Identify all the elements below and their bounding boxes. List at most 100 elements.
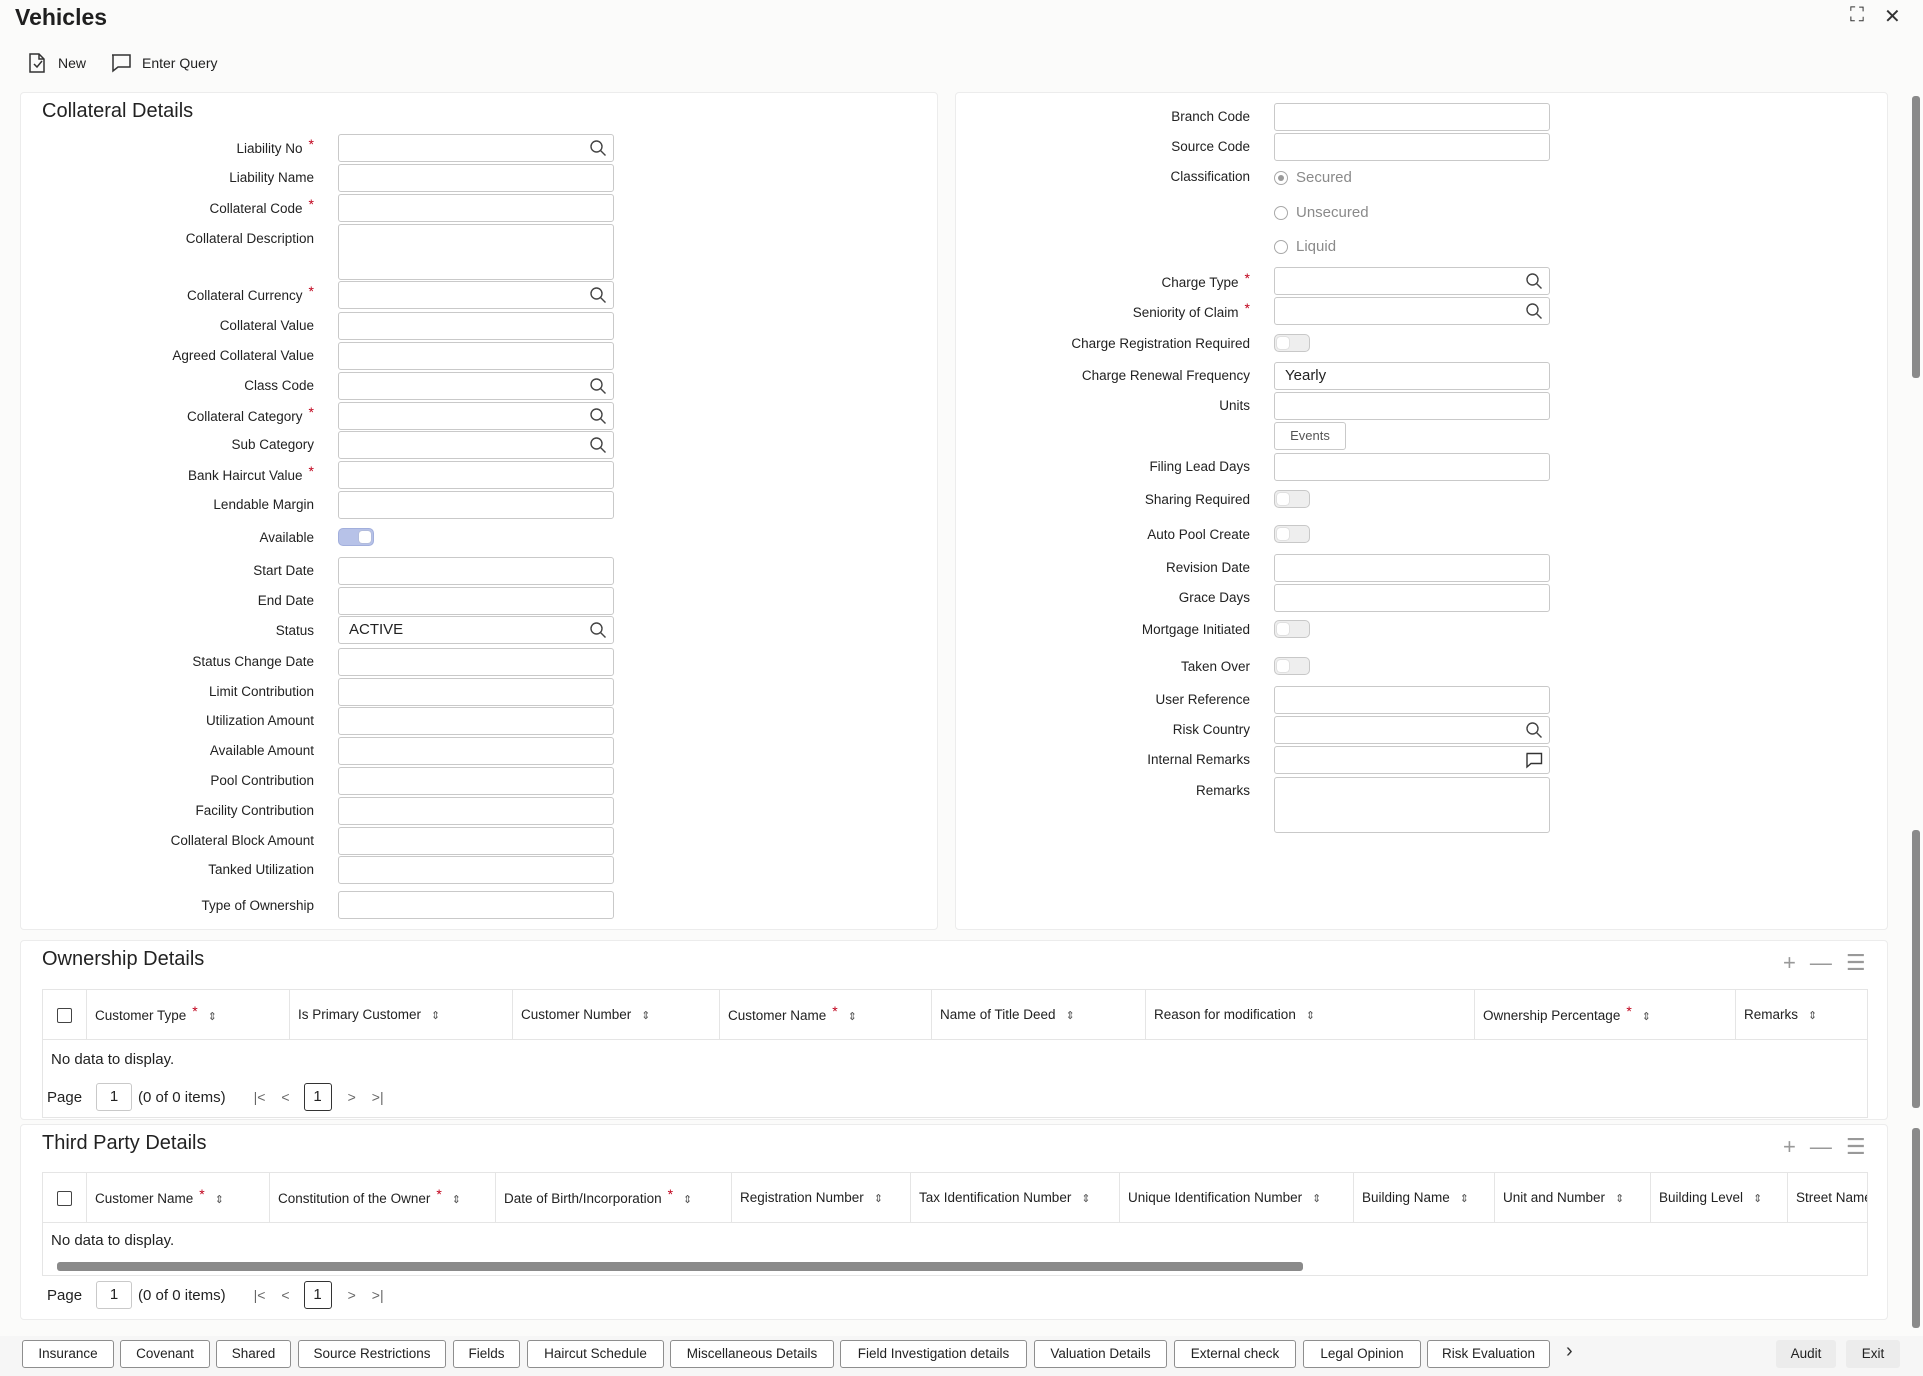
lendable-margin-input[interactable] xyxy=(338,491,614,519)
external-check-button[interactable]: External check xyxy=(1174,1340,1296,1368)
taken-over-toggle[interactable] xyxy=(1274,657,1310,675)
column-list-icon[interactable]: ☰ xyxy=(1846,950,1866,976)
classification-unsecured-radio[interactable]: Unsecured xyxy=(1274,204,1369,221)
covenant-button[interactable]: Covenant xyxy=(120,1340,210,1368)
liability-name-input[interactable] xyxy=(338,164,614,192)
sort-icon[interactable]: ⇕ xyxy=(641,1010,650,1022)
pool-contribution-input[interactable] xyxy=(338,767,614,795)
sort-icon[interactable]: ⇕ xyxy=(1306,1010,1315,1022)
charge-renewal-frequency-select[interactable]: Yearly xyxy=(1274,362,1550,390)
bank-haircut-value-input[interactable] xyxy=(338,461,614,489)
seniority-of-claim-input[interactable] xyxy=(1274,297,1550,325)
delete-row-icon[interactable]: — xyxy=(1810,1134,1832,1160)
vertical-scrollbar-thumb-top[interactable] xyxy=(1912,96,1920,378)
insurance-button[interactable]: Insurance xyxy=(22,1340,114,1368)
status-change-date-input[interactable] xyxy=(338,648,614,676)
col-building-name[interactable]: Building Name ⇕ xyxy=(1354,1173,1495,1223)
col-customer-number[interactable]: Customer Number ⇕ xyxy=(513,990,720,1040)
available-amount-input[interactable] xyxy=(338,737,614,765)
charge-type-input[interactable] xyxy=(1274,267,1550,295)
type-of-ownership-input[interactable] xyxy=(338,891,614,919)
col-constitution-of-owner[interactable]: Constitution of the Owner * ⇕ xyxy=(270,1173,496,1223)
sort-icon[interactable]: ⇕ xyxy=(1642,1011,1651,1023)
page-number-input[interactable]: 1 xyxy=(96,1281,133,1309)
filing-lead-days-input[interactable] xyxy=(1274,453,1550,481)
select-all-checkbox[interactable] xyxy=(57,1008,72,1023)
sort-icon[interactable]: ⇕ xyxy=(208,1011,217,1023)
sort-icon[interactable]: ⇕ xyxy=(1081,1193,1090,1205)
end-date-input[interactable] xyxy=(338,587,614,615)
col-customer-type[interactable]: Customer Type * ⇕ xyxy=(87,990,290,1040)
sort-icon[interactable]: ⇕ xyxy=(215,1194,224,1206)
available-toggle[interactable] xyxy=(338,528,374,546)
search-icon[interactable] xyxy=(589,407,607,425)
col-remarks[interactable]: Remarks ⇕ xyxy=(1736,990,1867,1040)
internal-remarks-input[interactable] xyxy=(1274,746,1550,774)
sort-icon[interactable]: ⇕ xyxy=(1753,1193,1762,1205)
sub-category-input[interactable] xyxy=(338,431,614,459)
current-page[interactable]: 1 xyxy=(303,1281,332,1309)
sort-icon[interactable]: ⇕ xyxy=(1066,1010,1075,1022)
col-name-of-title-deed[interactable]: Name of Title Deed ⇕ xyxy=(932,990,1146,1040)
class-code-input[interactable] xyxy=(338,372,614,400)
maximize-icon[interactable]: ⛶ xyxy=(1850,4,1864,27)
miscellaneous-details-button[interactable]: Miscellaneous Details xyxy=(670,1340,834,1368)
tanked-utilization-input[interactable] xyxy=(338,856,614,884)
sort-icon[interactable]: ⇕ xyxy=(1460,1193,1469,1205)
last-page-icon[interactable]: >| xyxy=(372,1089,384,1105)
sort-icon[interactable]: ⇕ xyxy=(1808,1010,1817,1022)
collateral-category-input[interactable] xyxy=(338,402,614,430)
classification-secured-radio[interactable]: Secured xyxy=(1274,169,1352,186)
search-icon[interactable] xyxy=(1525,721,1543,739)
horizontal-scrollbar[interactable] xyxy=(57,1262,1303,1271)
page-number-input[interactable]: 1 xyxy=(96,1083,133,1111)
sort-icon[interactable]: ⇕ xyxy=(874,1193,883,1205)
col-reason-for-modification[interactable]: Reason for modification ⇕ xyxy=(1146,990,1475,1040)
search-icon[interactable] xyxy=(589,436,607,454)
field-investigation-details-button[interactable]: Field Investigation details xyxy=(840,1340,1027,1368)
shared-button[interactable]: Shared xyxy=(216,1340,291,1368)
source-restrictions-button[interactable]: Source Restrictions xyxy=(298,1340,446,1368)
charge-registration-required-toggle[interactable] xyxy=(1274,334,1310,352)
collateral-description-textarea[interactable] xyxy=(338,224,614,280)
start-date-input[interactable] xyxy=(338,557,614,585)
first-page-icon[interactable]: |< xyxy=(254,1287,266,1303)
units-input[interactable] xyxy=(1274,392,1550,420)
source-code-input[interactable] xyxy=(1274,133,1550,161)
utilization-amount-input[interactable] xyxy=(338,707,614,735)
risk-country-input[interactable] xyxy=(1274,716,1550,744)
col-tax-identification-number[interactable]: Tax Identification Number ⇕ xyxy=(911,1173,1120,1223)
col-unit-and-number[interactable]: Unit and Number ⇕ xyxy=(1495,1173,1651,1223)
next-page-icon[interactable]: > xyxy=(348,1089,356,1105)
sort-icon[interactable]: ⇕ xyxy=(431,1010,440,1022)
exit-button[interactable]: Exit xyxy=(1846,1340,1900,1368)
sort-icon[interactable]: ⇕ xyxy=(683,1194,692,1206)
search-icon[interactable] xyxy=(1525,272,1543,290)
search-icon[interactable] xyxy=(589,621,607,639)
legal-opinion-button[interactable]: Legal Opinion xyxy=(1303,1340,1421,1368)
audit-button[interactable]: Audit xyxy=(1776,1340,1836,1368)
comment-icon[interactable] xyxy=(1525,751,1543,769)
sharing-required-toggle[interactable] xyxy=(1274,490,1310,508)
col-unique-identification-number[interactable]: Unique Identification Number ⇕ xyxy=(1120,1173,1354,1223)
facility-contribution-input[interactable] xyxy=(338,797,614,825)
collateral-value-input[interactable] xyxy=(338,312,614,340)
next-page-icon[interactable]: > xyxy=(348,1287,356,1303)
col-customer-name[interactable]: Customer Name * ⇕ xyxy=(87,1173,270,1223)
remarks-textarea[interactable] xyxy=(1274,777,1550,833)
search-icon[interactable] xyxy=(1525,302,1543,320)
col-registration-number[interactable]: Registration Number ⇕ xyxy=(732,1173,911,1223)
prev-page-icon[interactable]: < xyxy=(281,1089,289,1105)
col-ownership-percentage[interactable]: Ownership Percentage * ⇕ xyxy=(1475,990,1736,1040)
vertical-scrollbar-thumb-middle[interactable] xyxy=(1912,830,1920,1108)
col-is-primary-customer[interactable]: Is Primary Customer ⇕ xyxy=(290,990,513,1040)
search-icon[interactable] xyxy=(589,139,607,157)
delete-row-icon[interactable]: — xyxy=(1810,950,1832,976)
select-all-checkbox[interactable] xyxy=(57,1191,72,1206)
new-button[interactable]: New xyxy=(26,52,86,74)
search-icon[interactable] xyxy=(589,286,607,304)
haircut-schedule-button[interactable]: Haircut Schedule xyxy=(527,1340,664,1368)
sort-icon[interactable]: ⇕ xyxy=(1615,1193,1624,1205)
auto-pool-create-toggle[interactable] xyxy=(1274,525,1310,543)
col-date-of-birth[interactable]: Date of Birth/Incorporation * ⇕ xyxy=(496,1173,732,1223)
